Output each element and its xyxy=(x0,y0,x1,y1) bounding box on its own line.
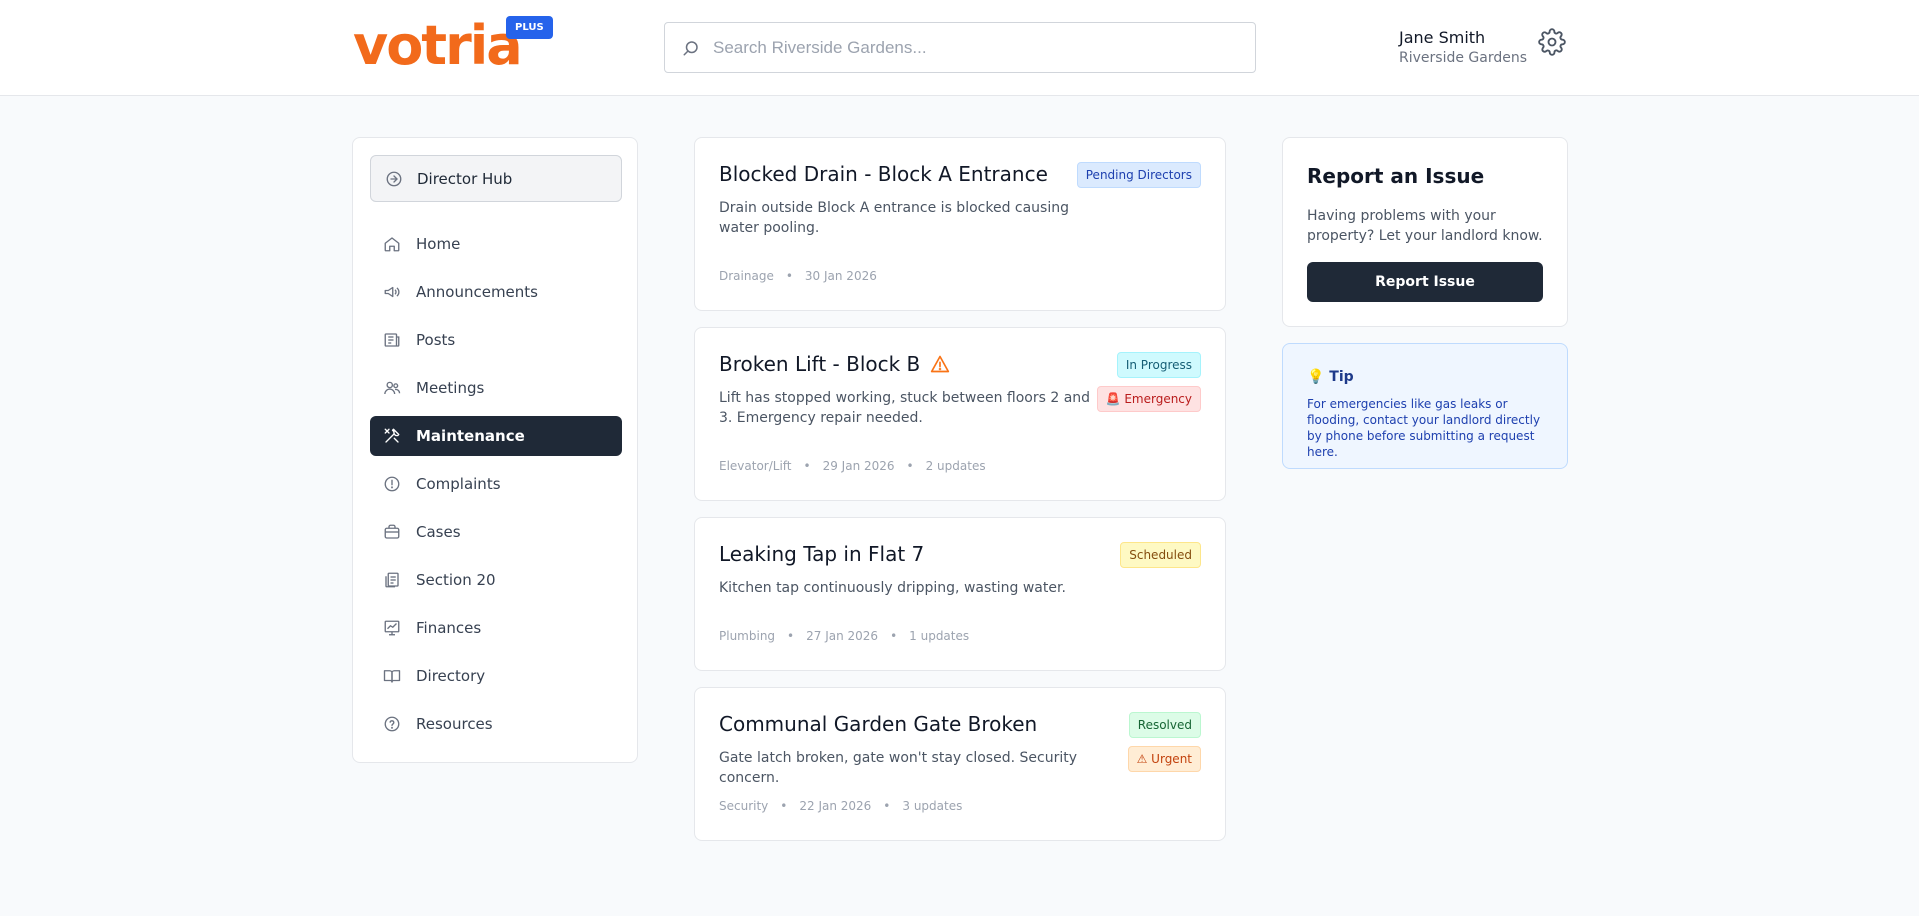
request-card[interactable]: Communal Garden Gate Broken Resolved ⚠ U… xyxy=(694,687,1226,841)
briefcase-icon xyxy=(382,522,402,542)
request-meta: Plumbing • 27 Jan 2026 • 1 updates xyxy=(719,629,969,643)
votria-logo[interactable]: votria xyxy=(353,16,523,76)
request-title: Blocked Drain - Block A Entrance xyxy=(719,162,1048,186)
sidebar-item-label: Resources xyxy=(416,715,493,733)
report-text: Having problems with your property? Let … xyxy=(1307,208,1543,244)
request-category: Security xyxy=(719,799,769,813)
request-description: Lift has stopped working, stuck between … xyxy=(719,390,1091,426)
report-issue-card: Report an Issue Having problems with you… xyxy=(1282,137,1568,327)
sidebar-item-maintenance[interactable]: Maintenance xyxy=(370,416,622,456)
sidebar-item-complaints[interactable]: Complaints xyxy=(370,464,622,504)
sidebar-item-directory[interactable]: Directory xyxy=(370,656,622,696)
help-circle-icon xyxy=(382,714,402,734)
request-meta: Drainage • 30 Jan 2026 xyxy=(719,269,877,283)
settings-gear-icon[interactable] xyxy=(1538,28,1566,56)
newspaper-icon xyxy=(382,330,402,350)
chart-icon xyxy=(382,618,402,638)
sidebar-item-posts[interactable]: Posts xyxy=(370,320,622,360)
status-badge: Pending Directors xyxy=(1076,162,1201,188)
meta-separator: • xyxy=(890,629,898,643)
tip-text: For emergencies like gas leaks or floodi… xyxy=(1307,397,1541,459)
sidebar-item-section-20[interactable]: Section 20 xyxy=(370,560,622,600)
request-description: Gate latch broken, gate won't stay close… xyxy=(719,750,1077,786)
director-hub-label: Director Hub xyxy=(417,169,513,188)
request-updates: 1 updates xyxy=(909,629,970,643)
report-title: Report an Issue xyxy=(1307,164,1485,188)
sidebar-item-label: Cases xyxy=(416,523,461,541)
plan-badge: PLUS xyxy=(506,16,553,39)
sidebar-item-label: Complaints xyxy=(416,475,501,493)
request-meta: Elevator/Lift • 29 Jan 2026 • 2 updates xyxy=(719,459,986,473)
request-description: Drain outside Block A entrance is blocke… xyxy=(719,200,1069,236)
status-badge: Resolved xyxy=(1128,712,1201,738)
meta-separator: • xyxy=(803,459,811,473)
request-card[interactable]: Leaking Tap in Flat 7 Scheduled Kitchen … xyxy=(694,517,1226,671)
request-category: Plumbing xyxy=(719,629,776,643)
request-description: Kitchen tap continuously dripping, wasti… xyxy=(719,580,1066,596)
request-date: 27 Jan 2026 xyxy=(806,629,879,643)
sidebar-item-finances[interactable]: Finances xyxy=(370,608,622,648)
director-hub-button[interactable]: Director Hub xyxy=(370,155,622,202)
user-organisation: Riverside Gardens xyxy=(1399,50,1528,66)
meta-separator: • xyxy=(906,459,914,473)
request-title: Leaking Tap in Flat 7 xyxy=(719,542,925,566)
documents-icon xyxy=(382,570,402,590)
sidebar: Director Hub Home Announcements Posts Me… xyxy=(352,137,638,763)
alert-circle-icon xyxy=(382,474,402,494)
sidebar-item-resources[interactable]: Resources xyxy=(370,704,622,744)
status-badge: In Progress xyxy=(1116,352,1201,378)
arrow-circle-right-icon xyxy=(385,170,403,188)
search-icon xyxy=(681,38,701,58)
request-updates: 3 updates xyxy=(902,799,963,813)
meta-separator: • xyxy=(780,799,788,813)
tools-icon xyxy=(382,426,402,446)
book-icon xyxy=(382,666,402,686)
request-category: Drainage xyxy=(719,269,774,283)
report-issue-button[interactable]: Report Issue xyxy=(1307,262,1543,302)
sidebar-item-label: Meetings xyxy=(416,379,485,397)
sidebar-item-label: Home xyxy=(416,235,461,253)
priority-badge: 🚨 Emergency xyxy=(1096,386,1201,412)
sidebar-item-label: Directory xyxy=(416,667,486,685)
sidebar-item-label: Posts xyxy=(416,331,456,349)
sidebar-item-label: Section 20 xyxy=(416,571,496,589)
request-title: Communal Garden Gate Broken xyxy=(719,712,1038,736)
meta-separator: • xyxy=(787,629,795,643)
request-meta: Security • 22 Jan 2026 • 3 updates xyxy=(719,799,962,813)
priority-badge: ⚠ Urgent xyxy=(1127,746,1201,772)
users-icon xyxy=(382,378,402,398)
status-badge: Scheduled xyxy=(1120,542,1201,568)
sidebar-item-home[interactable]: Home xyxy=(370,224,622,264)
sidebar-item-label: Announcements xyxy=(416,283,538,301)
request-updates: 2 updates xyxy=(925,459,986,473)
warning-triangle-icon xyxy=(930,354,950,374)
sidebar-item-announcements[interactable]: Announcements xyxy=(370,272,622,312)
home-icon xyxy=(382,234,402,254)
request-card[interactable]: Blocked Drain - Block A Entrance Pending… xyxy=(694,137,1226,311)
request-title: Broken Lift - Block B xyxy=(719,352,950,376)
tip-title: 💡 Tip xyxy=(1307,369,1354,385)
meta-separator: • xyxy=(883,799,891,813)
sidebar-item-label: Maintenance xyxy=(416,427,525,445)
tip-card: 💡 Tip For emergencies like gas leaks or … xyxy=(1282,343,1568,469)
request-date: 29 Jan 2026 xyxy=(822,459,895,473)
search-input[interactable] xyxy=(713,37,1233,58)
search-box[interactable] xyxy=(664,22,1256,73)
megaphone-icon xyxy=(382,282,402,302)
top-header: votria PLUS Jane Smith Riverside Gardens xyxy=(0,0,1919,96)
sidebar-item-meetings[interactable]: Meetings xyxy=(370,368,622,408)
sidebar-item-label: Finances xyxy=(416,619,482,637)
user-name: Jane Smith xyxy=(1399,28,1486,47)
request-date: 22 Jan 2026 xyxy=(799,799,872,813)
meta-separator: • xyxy=(785,269,793,283)
request-category: Elevator/Lift xyxy=(719,459,792,473)
sidebar-item-cases[interactable]: Cases xyxy=(370,512,622,552)
request-date: 30 Jan 2026 xyxy=(804,269,877,283)
request-card[interactable]: Broken Lift - Block B In Progress 🚨 Emer… xyxy=(694,327,1226,501)
